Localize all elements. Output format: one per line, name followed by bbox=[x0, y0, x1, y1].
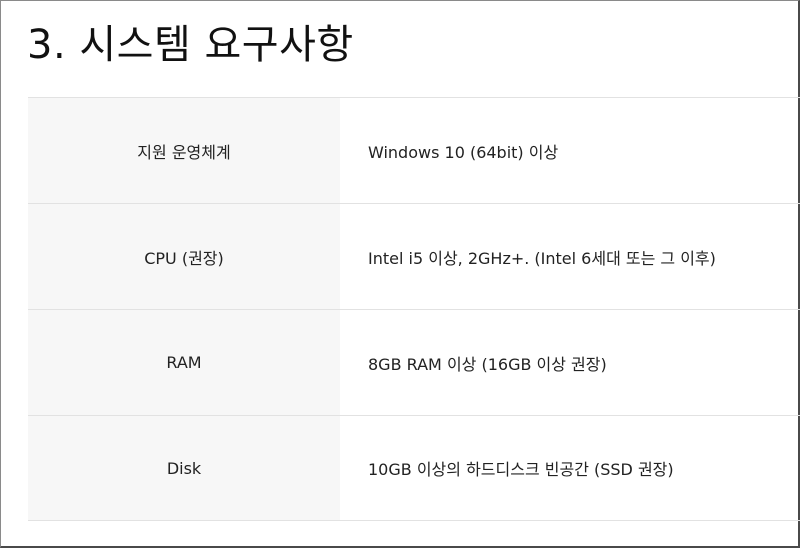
table-row-cpu: CPU (권장) Intel i5 이상, 2GHz+. (Intel 6세대 … bbox=[28, 204, 800, 310]
document-frame: 3. 시스템 요구사항 지원 운영체계 Windows 10 (64bit) 이… bbox=[0, 0, 800, 548]
table-row-ram: RAM 8GB RAM 이상 (16GB 이상 권장) bbox=[28, 310, 800, 416]
system-requirements-table: 지원 운영체계 Windows 10 (64bit) 이상 CPU (권장) I… bbox=[28, 97, 800, 521]
row-value-os: Windows 10 (64bit) 이상 bbox=[368, 142, 559, 162]
row-value-disk: 10GB 이상의 하드디스크 빈공간 (SSD 권장) bbox=[368, 460, 674, 479]
row-value-ram: 8GB RAM 이상 (16GB 이상 권장) bbox=[368, 354, 607, 374]
table-row-os: 지원 운영체계 Windows 10 (64bit) 이상 bbox=[28, 98, 800, 204]
section-title: 3. 시스템 요구사항 bbox=[27, 22, 354, 68]
row-label-ram: RAM bbox=[28, 310, 340, 415]
row-label-cpu: CPU (권장) bbox=[28, 204, 340, 309]
table-row-disk: Disk 10GB 이상의 하드디스크 빈공간 (SSD 권장) bbox=[28, 416, 800, 521]
row-label-disk: Disk bbox=[28, 416, 340, 520]
row-value-cpu: Intel i5 이상, 2GHz+. (Intel 6세대 또는 그 이후) bbox=[368, 248, 716, 268]
row-label-os: 지원 운영체계 bbox=[28, 98, 340, 203]
